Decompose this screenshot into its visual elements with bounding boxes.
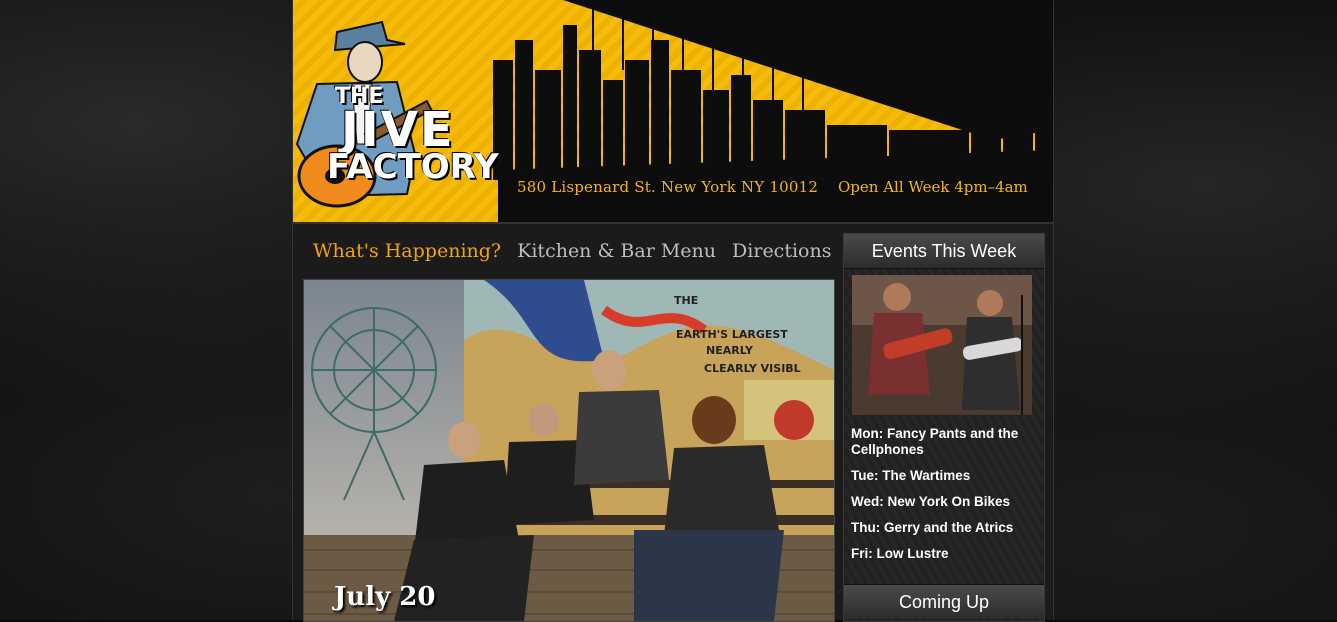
coming-up-heading: Coming Up: [844, 584, 1044, 619]
band-photo: THE EARTH'S LARGEST NEARLY CLEARLY VISIB…: [304, 280, 834, 621]
events-list: Mon: Fancy Pants and the Cellphones Tue:…: [851, 426, 1041, 572]
events-this-week-heading: Events This Week: [844, 234, 1044, 269]
mural-text-3: NEARLY: [706, 344, 754, 357]
logo-factory: FACTORY: [327, 147, 499, 187]
main-nav: What's Happening? Kitchen & Bar Menu Dir…: [313, 240, 841, 262]
mural-text-1: THE: [674, 294, 698, 307]
event-item-tue[interactable]: Tue: The Wartimes: [851, 468, 1041, 484]
site-logo[interactable]: THE JIVE FACTORY: [293, 4, 507, 218]
nav-whats-happening[interactable]: What's Happening?: [313, 240, 501, 262]
event-item-fri[interactable]: Fri: Low Lustre: [851, 546, 1041, 562]
events-photo[interactable]: [852, 275, 1032, 415]
nav-kitchen-bar-menu[interactable]: Kitchen & Bar Menu: [517, 240, 716, 262]
event-item-thu[interactable]: Thu: Gerry and the Atrics: [851, 520, 1041, 536]
event-date: July 20: [334, 582, 436, 612]
sidebar: Events This Week Mon: Fancy Pants and th…: [843, 233, 1045, 622]
band-live-photo: [852, 275, 1032, 415]
mural-text-2: EARTH'S LARGEST: [676, 328, 788, 341]
logo-wordmark: THE JIVE FACTORY: [327, 86, 499, 185]
event-item-wed[interactable]: Wed: New York On Bikes: [851, 494, 1041, 510]
site-header: 580 Lispenard St. New York NY 10012 Open…: [293, 0, 1053, 224]
page-container: 580 Lispenard St. New York NY 10012 Open…: [292, 0, 1054, 622]
featured-event-banner[interactable]: THE EARTH'S LARGEST NEARLY CLEARLY VISIB…: [303, 279, 835, 622]
address-text: 580 Lispenard St. New York NY 10012: [517, 178, 819, 196]
hours-text: Open All Week 4pm–4am: [838, 178, 1028, 196]
mural-text-4: CLEARLY VISIBL: [704, 362, 801, 375]
event-item-mon[interactable]: Mon: Fancy Pants and the Cellphones: [851, 426, 1041, 458]
nav-directions[interactable]: Directions: [732, 240, 831, 262]
